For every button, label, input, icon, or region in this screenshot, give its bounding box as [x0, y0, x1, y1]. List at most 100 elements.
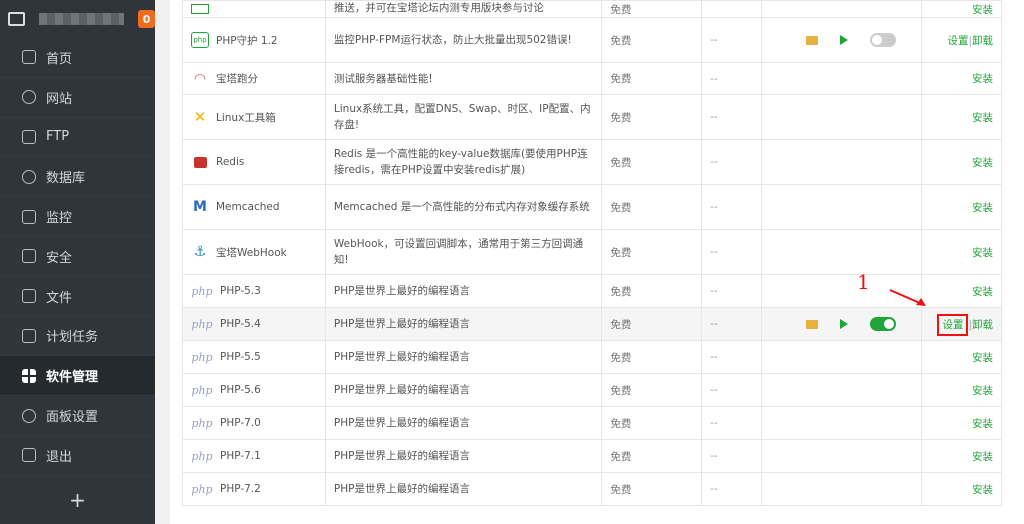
sidebar-item-label: 文件 [46, 290, 73, 306]
install-button[interactable]: 安装 [972, 484, 993, 496]
plugin-description: PHP是世界上最好的编程语言 [324, 373, 603, 407]
plugin-expire: -- [701, 229, 763, 275]
plugin-description: Memcached 是一个高性能的分布式内存对象缓存系统 [324, 184, 603, 230]
table-row: M Memcached Memcached 是一个高性能的分布式内存对象缓存系统 … [182, 184, 1002, 230]
play-icon[interactable] [840, 35, 849, 45]
sidebar-item-settings[interactable]: 面板设置 [0, 396, 155, 436]
plugin-description: 测试服务器基础性能! [324, 62, 603, 95]
plugin-name: PHP-7.2 [220, 483, 261, 495]
uninstall-button[interactable]: 卸载 [972, 319, 993, 331]
plugin-description: 监控PHP-FPM运行状态，防止大批量出现502错误! [324, 17, 603, 63]
redis-icon [191, 154, 209, 170]
main-content: 推送，并可在宝塔论坛内测专用版块参与讨论 免费 安装 php PHP守护 1.2 … [155, 0, 1024, 524]
table-row: php PHP-5.3 PHP是世界上最好的编程语言 免费 -- 安装 [182, 274, 1002, 308]
table-row: php PHP-5.6 PHP是世界上最好的编程语言 免费 -- 安装 [182, 373, 1002, 407]
sidebar: 0 首页 网站 FTP 数据库 监控 安全 文件 计划任务 软件管理 面板设置 … [0, 0, 156, 524]
plugin-price: 免费 [601, 62, 703, 95]
sidebar-item-software[interactable]: 软件管理 [0, 356, 155, 397]
table-row: php PHP-5.5 PHP是世界上最好的编程语言 免费 -- 安装 [182, 340, 1002, 374]
plugin-price: 免费 [601, 139, 703, 185]
sidebar-item-label: FTP [46, 129, 70, 145]
toggle-switch[interactable] [870, 33, 897, 47]
monitor-icon [22, 209, 36, 224]
table-row: 推送，并可在宝塔论坛内测专用版块参与讨论 免费 安装 [182, 0, 1002, 18]
plugin-description: PHP是世界上最好的编程语言 [324, 406, 603, 440]
toggle-switch[interactable] [870, 317, 897, 331]
plugin-price: 免费 [601, 472, 703, 506]
sidebar-item-monitor[interactable]: 监控 [0, 197, 155, 237]
plugin-expire: -- [701, 373, 763, 407]
plugin-name: PHP-7.0 [220, 417, 261, 429]
ftp-icon [22, 129, 36, 144]
sidebar-item-files[interactable]: 文件 [0, 277, 155, 317]
php-icon: php [191, 284, 213, 298]
memcached-icon: M [193, 199, 207, 215]
sidebar-item-security[interactable]: 安全 [0, 237, 155, 277]
table-row: ⚓ 宝塔WebHook WebHook，可设置回调脚本，通常用于第三方回调通知! … [182, 229, 1002, 275]
sidebar-item-label: 退出 [46, 449, 73, 465]
folder-icon[interactable] [806, 35, 819, 45]
install-button[interactable]: 安装 [972, 247, 993, 259]
plugin-price: 免费 [601, 94, 703, 140]
sidebar-item-label: 首页 [46, 51, 73, 67]
plugin-description: PHP是世界上最好的编程语言 [324, 439, 603, 473]
calendar-icon [22, 328, 36, 343]
php-guard-icon: php [191, 32, 209, 48]
install-button[interactable]: 安装 [972, 385, 993, 397]
php-icon: php [191, 350, 213, 364]
plugin-description: Redis 是一个高性能的key-value数据库(要使用PHP连接redis，… [324, 139, 603, 185]
plugin-expire: -- [701, 184, 763, 230]
plugin-description: PHP是世界上最好的编程语言 [324, 307, 603, 341]
table-row: php PHP-5.4 PHP是世界上最好的编程语言 免费 -- 设置 |卸载 [182, 307, 1002, 341]
sidebar-item-home[interactable]: 首页 [0, 38, 155, 78]
table-row: php PHP-7.0 PHP是世界上最好的编程语言 免费 -- 安装 [182, 406, 1002, 440]
plugin-description: 推送，并可在宝塔论坛内测专用版块参与讨论 [324, 0, 603, 18]
table-row: Redis Redis 是一个高性能的key-value数据库(要使用PHP连接… [182, 139, 1002, 185]
plugin-expire: -- [701, 307, 763, 341]
sidebar-item-label: 监控 [46, 211, 73, 227]
install-button[interactable]: 安装 [972, 73, 993, 85]
install-button[interactable]: 安装 [972, 4, 993, 16]
plugin-expire: -- [701, 94, 763, 140]
sidebar-item-cron[interactable]: 计划任务 [0, 317, 155, 357]
hostname-blurred [39, 13, 125, 25]
plugin-name: 宝塔WebHook [216, 246, 287, 259]
plugin-name: Linux工具箱 [216, 111, 276, 124]
install-button[interactable]: 安装 [972, 202, 993, 214]
plugin-expire: -- [701, 274, 763, 308]
install-button[interactable]: 安装 [972, 112, 993, 124]
php-icon: php [191, 383, 213, 397]
uninstall-button[interactable]: 卸载 [972, 35, 993, 47]
folder-icon[interactable] [806, 319, 819, 329]
settings-button[interactable]: 设置 [937, 313, 969, 336]
plugin-name: PHP-7.1 [220, 450, 261, 462]
install-button[interactable]: 安装 [972, 451, 993, 463]
sidebar-item-logout[interactable]: 退出 [0, 436, 155, 476]
software-table: 推送，并可在宝塔论坛内测专用版块参与讨论 免费 安装 php PHP守护 1.2 … [182, 0, 1002, 506]
sidebar-item-label: 面板设置 [46, 410, 99, 426]
plugin-expire: -- [701, 139, 763, 185]
settings-button[interactable]: 设置 [947, 35, 968, 47]
annotation-arrow-icon [889, 289, 926, 306]
plugin-expire: -- [701, 406, 763, 440]
notification-badge[interactable]: 0 [138, 10, 156, 28]
software-panel: 推送，并可在宝塔论坛内测专用版块参与讨论 免费 安装 php PHP守护 1.2 … [170, 0, 1024, 524]
play-icon[interactable] [840, 319, 849, 329]
plugin-name: PHP-5.3 [220, 285, 261, 297]
sidebar-item-label: 网站 [46, 91, 73, 107]
gear-icon [22, 408, 36, 423]
install-button[interactable]: 安装 [972, 352, 993, 364]
annotation-number: 1 [857, 270, 870, 294]
sidebar-item-ftp[interactable]: FTP [0, 118, 155, 158]
install-button[interactable]: 安装 [972, 157, 993, 169]
plugin-price: 免费 [601, 184, 703, 230]
php-icon: php [191, 416, 213, 430]
plugin-price: 免费 [601, 274, 703, 308]
install-button[interactable]: 安装 [972, 286, 993, 298]
plugin-description: PHP是世界上最好的编程语言 [324, 274, 603, 308]
add-button[interactable]: + [0, 488, 155, 512]
install-button[interactable]: 安装 [972, 418, 993, 430]
sidebar-item-label: 数据库 [46, 171, 86, 187]
sidebar-item-website[interactable]: 网站 [0, 78, 155, 118]
sidebar-item-database[interactable]: 数据库 [0, 157, 155, 198]
